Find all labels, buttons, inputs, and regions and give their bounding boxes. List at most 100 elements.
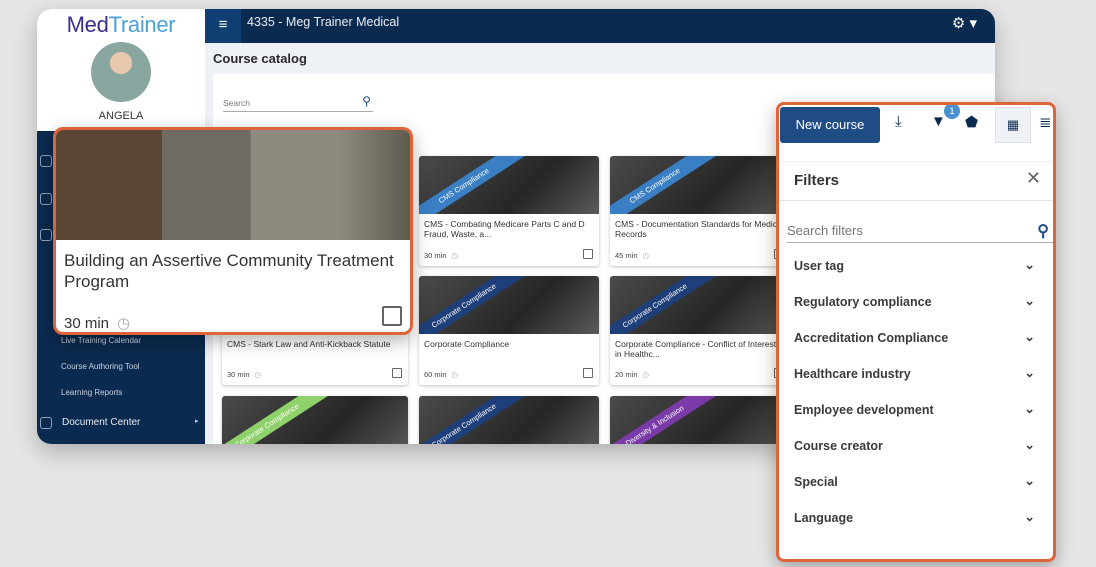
course-duration: 30 min ◷: [227, 370, 261, 379]
filter-label: Special: [794, 475, 838, 489]
course-card[interactable]: Corporate Compliance Corporate Compliance…: [419, 276, 599, 385]
course-duration: 20 min ◷: [615, 370, 649, 379]
filters-title: Filters: [794, 172, 840, 189]
course-duration: 60 min ◷: [424, 370, 458, 379]
filter-label: Regulatory compliance: [794, 295, 932, 309]
category-ribbon: Diversity & Inclusion: [610, 396, 723, 444]
course-image: Corporate Compliance: [419, 276, 599, 334]
clock-icon: ◷: [451, 251, 459, 260]
duration-text: 20 min: [615, 370, 638, 379]
course-image: Corporate Compliance: [610, 276, 790, 334]
dashboard-icon[interactable]: [40, 155, 52, 167]
download-icon[interactable]: ⤓: [895, 113, 902, 130]
clock-icon: ◷: [254, 370, 262, 379]
filter-count-badge: 1: [944, 105, 960, 119]
menu-icon[interactable]: ≡: [205, 9, 241, 43]
duration-text: 45 min: [615, 251, 638, 260]
sidebar-item-reports[interactable]: Learning Reports: [61, 388, 122, 397]
course-card[interactable]: Corporate Compliance: [419, 396, 599, 444]
filter-label: Healthcare industry: [794, 367, 911, 381]
search-input[interactable]: Search ⚲: [223, 94, 373, 112]
course-image: CMS Compliance: [610, 156, 790, 214]
filter-item[interactable]: Special ⌄: [794, 473, 1035, 489]
course-card[interactable]: Corporate Compliance Corporate Compliance…: [610, 276, 790, 385]
grid-view-icon[interactable]: ▦: [995, 107, 1031, 143]
logo: MedTrainer: [66, 12, 176, 37]
filter-label: Course creator: [794, 439, 883, 453]
chevron-down-icon: ⌄: [1024, 437, 1035, 452]
filter-label: User tag: [794, 259, 845, 273]
sidebar-header: MedTrainer ANGELA: [37, 9, 205, 131]
select-checkbox[interactable]: [382, 306, 402, 326]
filter-icon[interactable]: ▼: [931, 113, 946, 130]
search-filters-input[interactable]: Search filters ⚲: [787, 223, 1053, 243]
filter-item[interactable]: Healthcare industry ⌄: [794, 365, 1035, 381]
sidebar-item-authoring[interactable]: Course Authoring Tool: [61, 362, 140, 371]
document-icon: [40, 417, 52, 429]
category-ribbon: Corporate Compliance: [222, 396, 335, 444]
filter-item[interactable]: Accreditation Compliance ⌄: [794, 329, 1035, 345]
select-checkbox[interactable]: [583, 368, 593, 378]
sidebar-item-live-training[interactable]: Live Training Calendar: [61, 336, 141, 345]
filter-label: Language: [794, 511, 854, 525]
featured-course-card[interactable]: Building an Assertive Community Treatmen…: [53, 127, 413, 335]
filter-item[interactable]: Regulatory compliance ⌄: [794, 293, 1035, 309]
search-icon[interactable]: ⚲: [362, 94, 371, 108]
course-card[interactable]: CMS Compliance CMS - Documentation Standa…: [610, 156, 790, 266]
list-view-icon[interactable]: ≣: [1039, 113, 1052, 131]
category-ribbon: CMS Compliance: [419, 156, 532, 214]
course-title: CMS - Stark Law and Anti-Kickback Statut…: [227, 339, 391, 349]
duration-text: 30 min: [64, 315, 110, 332]
filter-item[interactable]: Language ⌄: [794, 509, 1035, 525]
select-checkbox[interactable]: [583, 249, 593, 259]
chevron-down-icon: ⌄: [1024, 293, 1035, 308]
course-title: Building an Assertive Community Treatmen…: [64, 251, 394, 291]
filter-item[interactable]: Course creator ⌄: [794, 437, 1035, 453]
duration-text: 60 min: [424, 370, 447, 379]
chevron-down-icon: ⌄: [1024, 329, 1035, 344]
avatar[interactable]: [91, 42, 151, 102]
chevron-down-icon: ⌄: [1024, 401, 1035, 416]
course-card[interactable]: Corporate Compliance: [222, 396, 408, 444]
course-title: Corporate Compliance - Conflict of Inter…: [615, 339, 777, 359]
filter-item[interactable]: User tag ⌄: [794, 257, 1035, 273]
filter-label: Accreditation Compliance: [794, 331, 949, 345]
new-course-button[interactable]: New course: [780, 107, 880, 143]
close-icon[interactable]: ✕: [1026, 168, 1041, 189]
course-card[interactable]: CMS Compliance CMS - Combating Medicare P…: [419, 156, 599, 266]
tag-icon[interactable]: ⬟: [965, 113, 978, 131]
course-duration: 30 min ◷: [64, 314, 130, 332]
search-icon[interactable]: ⚲: [1037, 221, 1049, 241]
filters-panel: New course ⤓ ▼ 1 ⬟ ▦ ≣ Filters ✕ Search f…: [776, 102, 1056, 562]
gear-icon[interactable]: ⚙ ▾: [952, 14, 977, 32]
filters-header: Filters ✕: [779, 161, 1053, 201]
category-ribbon: Corporate Compliance: [419, 396, 532, 444]
course-title: Corporate Compliance: [424, 339, 510, 349]
category-ribbon: Corporate Compliance: [610, 276, 723, 334]
course-title: CMS - Combating Medicare Parts C and D F…: [424, 219, 585, 239]
clock-icon: ◷: [642, 251, 650, 260]
course-card[interactable]: Diversity & Inclusion: [610, 396, 790, 444]
chevron-down-icon: ⌄: [1024, 365, 1035, 380]
course-image: Corporate Compliance: [419, 396, 599, 444]
duration-text: 30 min: [424, 251, 447, 260]
clock-icon: ◷: [642, 370, 650, 379]
course-duration: 30 min ◷: [424, 251, 458, 260]
search-filters-placeholder: Search filters: [787, 223, 863, 238]
page-title: Course catalog: [213, 51, 307, 66]
course-image: Corporate Compliance: [222, 396, 408, 444]
clock-icon: ◷: [451, 370, 459, 379]
duration-text: 30 min: [227, 370, 250, 379]
top-bar: ≡ 4335 - Meg Trainer Medical ⚙ ▾: [205, 9, 995, 43]
category-ribbon: CMS Compliance: [610, 156, 723, 214]
sidebar-item-document-center[interactable]: Document Center: [62, 417, 140, 428]
training-icon[interactable]: [40, 193, 52, 205]
course-image: Diversity & Inclusion: [610, 396, 790, 444]
course-image: [56, 130, 410, 240]
book-icon[interactable]: [40, 229, 52, 241]
course-image: CMS Compliance: [419, 156, 599, 214]
chevron-down-icon: ⌄: [1024, 473, 1035, 488]
chevron-down-icon: ⌄: [1024, 257, 1035, 272]
filter-item[interactable]: Employee development ⌄: [794, 401, 1035, 417]
select-checkbox[interactable]: [392, 368, 402, 378]
